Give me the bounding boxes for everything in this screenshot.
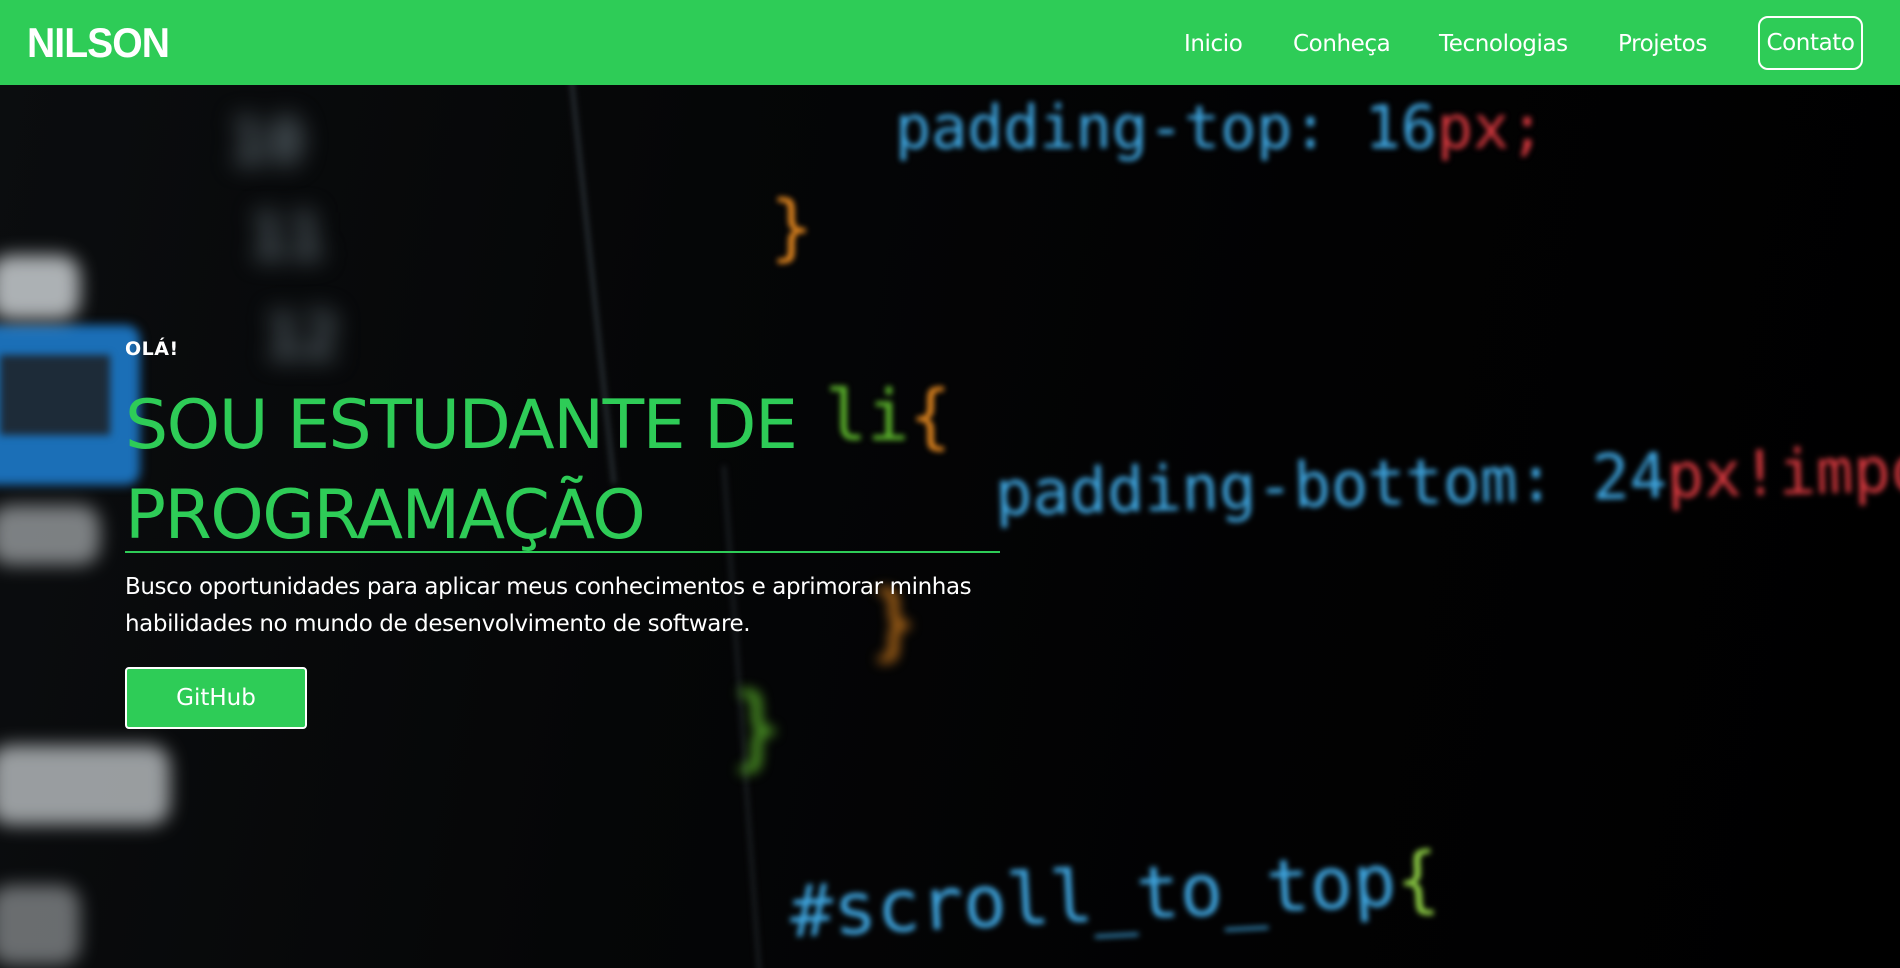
nav-link-conheca[interactable]: Conheça (1293, 29, 1391, 59)
background-code-token: 16 (1364, 93, 1437, 163)
hero-subtitle: Busco oportunidades para aplicar meus co… (125, 574, 972, 637)
nav-link-tecnologias[interactable]: Tecnologias (1439, 29, 1568, 59)
background-code-padding-top: padding-top: 16px; (895, 93, 1545, 163)
nav-link-projetos[interactable]: Projetos (1618, 29, 1707, 59)
contact-button[interactable]: Contato (1758, 16, 1863, 70)
background-line-number: 10 (230, 105, 305, 178)
background-blur-shape (0, 505, 100, 565)
hero-divider (125, 551, 1000, 553)
background-code-token: #scroll_to_top (787, 838, 1399, 954)
background-code-token: padding-bottom: (994, 442, 1556, 530)
background-editor-tab-inner (0, 355, 110, 435)
background-code-token: padding-top: (895, 93, 1329, 163)
background-code-token: px; (1436, 93, 1546, 163)
background-blur-shape (0, 255, 80, 320)
hero-headline-line-1: SOU ESTUDANTE DE (125, 386, 798, 465)
background-line-number: 11 (250, 200, 325, 273)
github-button[interactable]: GitHub (125, 667, 307, 729)
background-line-number: 12 (265, 300, 340, 373)
background-blur-shape (0, 885, 80, 965)
background-blur-shape (0, 745, 170, 825)
background-code-token: px!importa (1665, 429, 1900, 513)
background-code-brace: } (770, 185, 814, 269)
background-code-scroll-to-top: #scroll_to_top{ (788, 836, 1442, 954)
hero-headline: SOU ESTUDANTE DE PROGRAMAÇÃO (125, 381, 1005, 561)
background-code-brace: } (730, 675, 785, 780)
background-code-padding-bottom: padding-bottom: 24px!importa (994, 430, 1900, 530)
background-code-token: { (1393, 836, 1442, 923)
background-code-token: 24 (1591, 439, 1668, 515)
hero-headline-line-2: PROGRAMAÇÃO (125, 476, 646, 555)
top-navbar: NILSON Inicio Conheça Tecnologias Projet… (0, 0, 1900, 85)
nav-link-inicio[interactable]: Inicio (1184, 29, 1243, 59)
hero-greeting: OLÁ! (125, 338, 179, 360)
brand-logo[interactable]: NILSON (27, 18, 170, 68)
